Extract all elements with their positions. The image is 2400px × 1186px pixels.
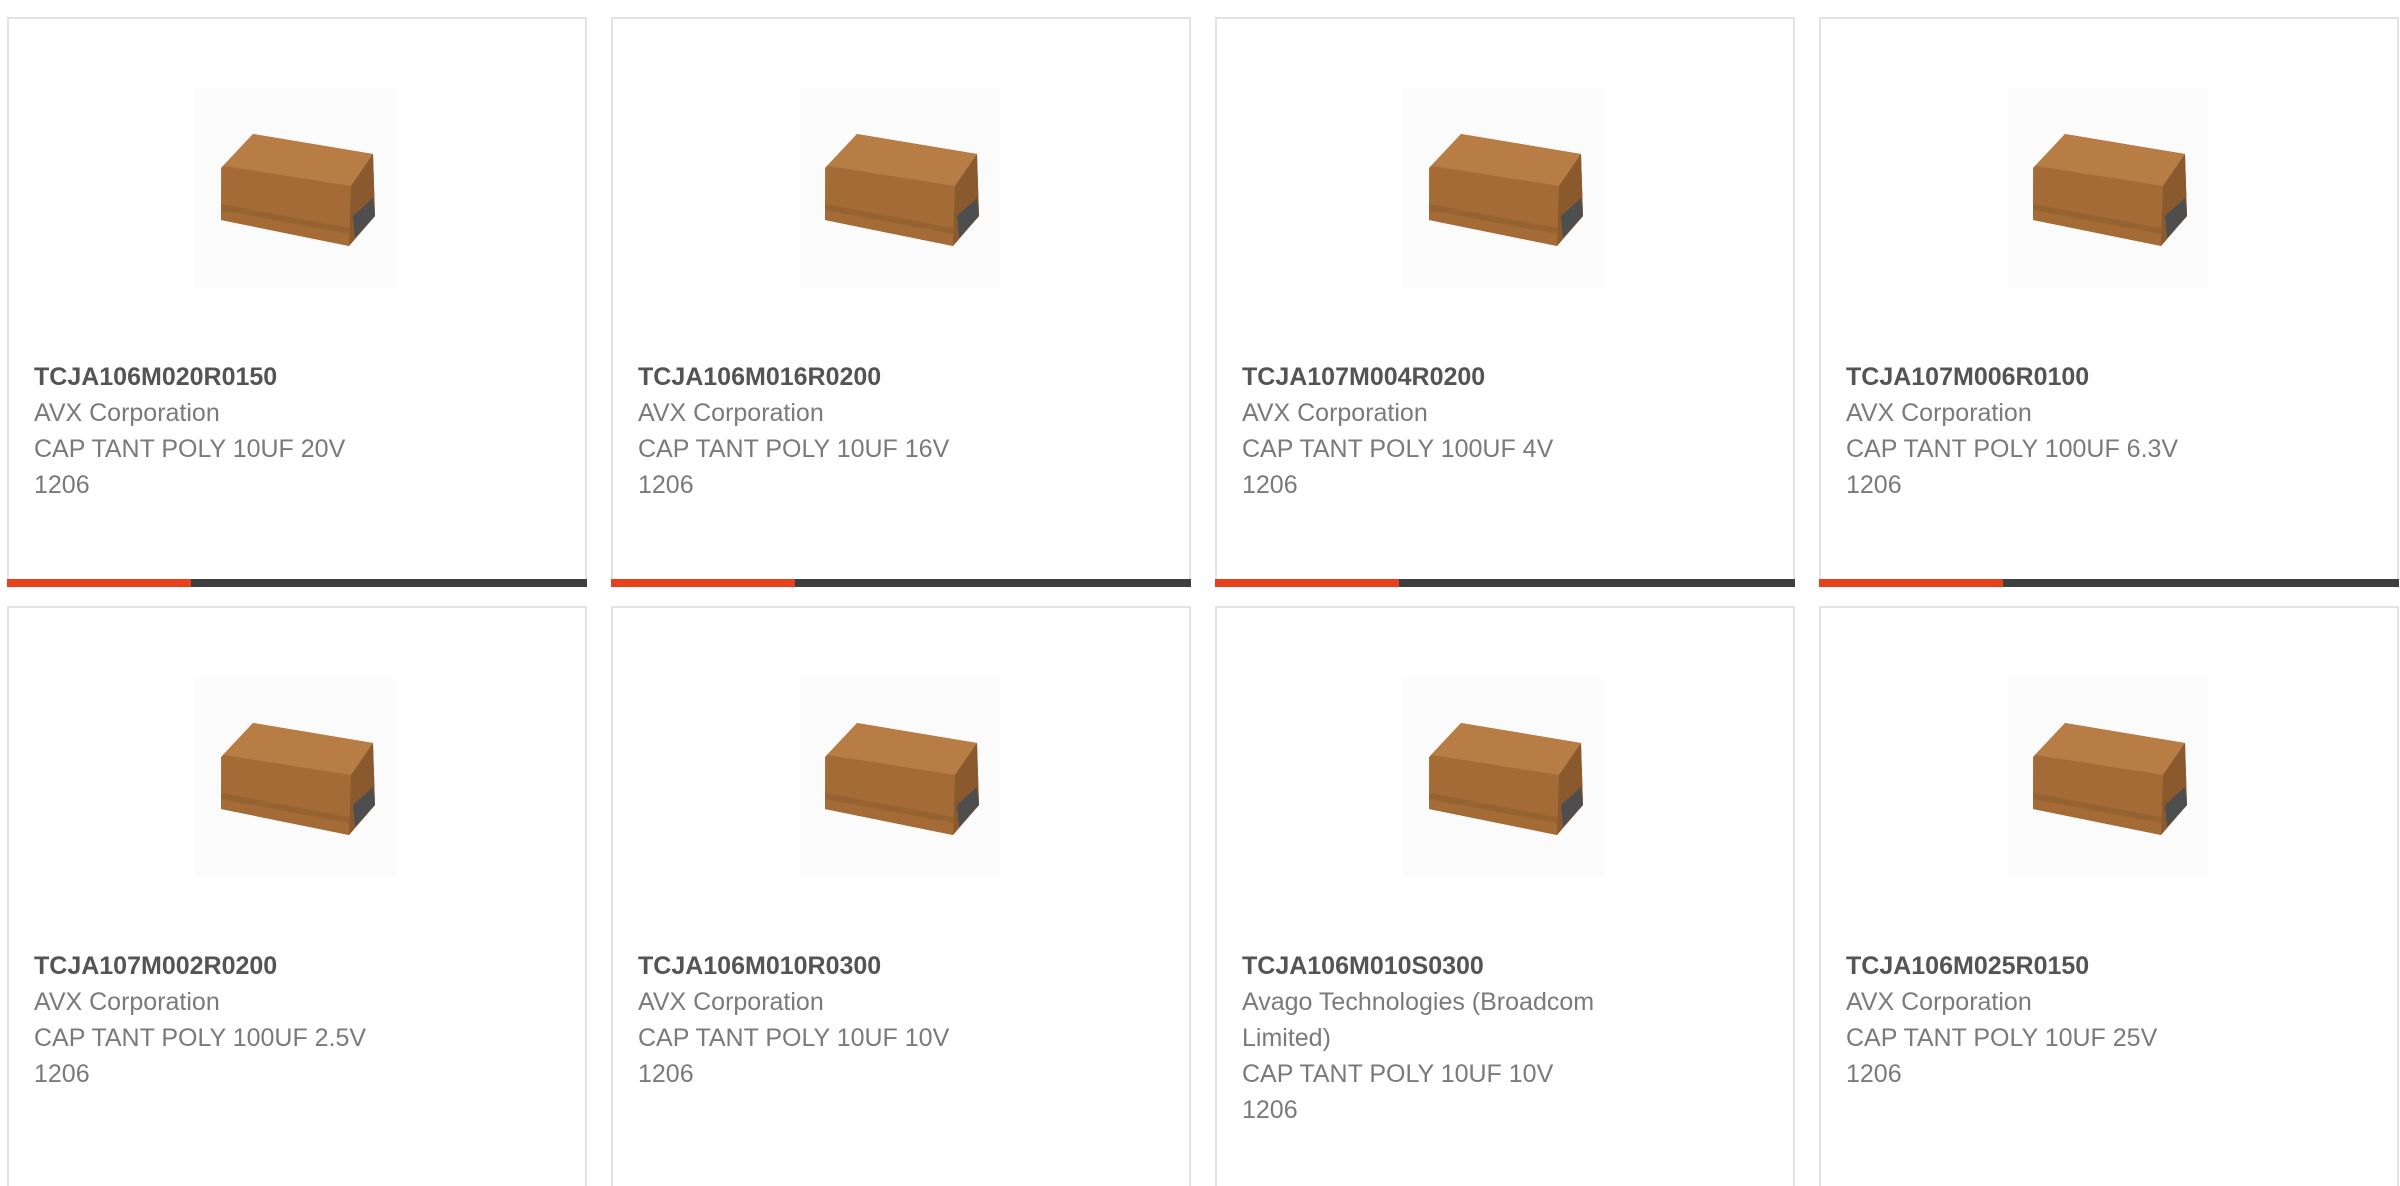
description: CAP TANT POLY 10UF 10V bbox=[1242, 1060, 1554, 1088]
manufacturer: AVX Corporation bbox=[638, 988, 824, 1016]
product-card[interactable]: TCJA106M010S0300 Avago Technologies (Bro… bbox=[1215, 606, 1795, 1186]
product-image[interactable] bbox=[2007, 677, 2207, 877]
tantalum-capacitor-icon bbox=[1429, 723, 1583, 835]
product-image[interactable] bbox=[799, 677, 999, 877]
description: CAP TANT POLY 10UF 25V bbox=[1846, 1024, 2158, 1052]
manufacturer: AVX Corporation bbox=[34, 988, 220, 1016]
part-number[interactable]: TCJA106M025R0150 bbox=[1846, 948, 2366, 984]
tantalum-capacitor-icon bbox=[1429, 134, 1583, 246]
part-number[interactable]: TCJA107M004R0200 bbox=[1242, 359, 1762, 395]
package: 1206 bbox=[34, 471, 90, 499]
card-accent-bar bbox=[611, 579, 795, 587]
package: 1206 bbox=[34, 1060, 90, 1088]
product-image[interactable] bbox=[1403, 88, 1603, 288]
package: 1206 bbox=[638, 471, 694, 499]
product-image[interactable] bbox=[1403, 677, 1603, 877]
card-footer-bar bbox=[611, 579, 1191, 587]
tantalum-capacitor-icon bbox=[221, 723, 375, 835]
manufacturer: Avago Technologies (Broadcom Limited) bbox=[1242, 988, 1595, 1052]
card-accent-bar bbox=[1215, 579, 1399, 587]
product-card[interactable]: TCJA107M006R0100 AVX Corporation CAP TAN… bbox=[1819, 17, 2399, 587]
part-number[interactable]: TCJA106M010S0300 bbox=[1242, 948, 1762, 984]
manufacturer: AVX Corporation bbox=[638, 399, 824, 427]
description: CAP TANT POLY 10UF 20V bbox=[34, 435, 346, 463]
description: CAP TANT POLY 10UF 10V bbox=[638, 1024, 950, 1052]
manufacturer: AVX Corporation bbox=[34, 399, 220, 427]
part-number[interactable]: TCJA106M016R0200 bbox=[638, 359, 1158, 395]
part-number[interactable]: TCJA107M002R0200 bbox=[34, 948, 554, 984]
product-image[interactable] bbox=[799, 88, 999, 288]
product-card[interactable]: TCJA106M020R0150 AVX Corporation CAP TAN… bbox=[7, 17, 587, 587]
product-image[interactable] bbox=[195, 677, 395, 877]
manufacturer: AVX Corporation bbox=[1846, 988, 2032, 1016]
description: CAP TANT POLY 10UF 16V bbox=[638, 435, 950, 463]
package: 1206 bbox=[638, 1060, 694, 1088]
product-image[interactable] bbox=[195, 88, 395, 288]
description: CAP TANT POLY 100UF 4V bbox=[1242, 435, 1554, 463]
manufacturer: AVX Corporation bbox=[1846, 399, 2032, 427]
card-footer-bar bbox=[1819, 579, 2399, 587]
tantalum-capacitor-icon bbox=[2033, 134, 2187, 246]
card-accent-bar bbox=[7, 579, 191, 587]
description: CAP TANT POLY 100UF 2.5V bbox=[34, 1024, 367, 1052]
description: CAP TANT POLY 100UF 6.3V bbox=[1846, 435, 2179, 463]
product-card[interactable]: TCJA106M016R0200 AVX Corporation CAP TAN… bbox=[611, 17, 1191, 587]
manufacturer: AVX Corporation bbox=[1242, 399, 1428, 427]
product-card[interactable]: TCJA106M025R0150 AVX Corporation CAP TAN… bbox=[1819, 606, 2399, 1186]
part-number[interactable]: TCJA107M006R0100 bbox=[1846, 359, 2366, 395]
product-card[interactable]: TCJA107M004R0200 AVX Corporation CAP TAN… bbox=[1215, 17, 1795, 587]
package: 1206 bbox=[1242, 471, 1298, 499]
card-accent-bar bbox=[1819, 579, 2003, 587]
product-card[interactable]: TCJA106M010R0300 AVX Corporation CAP TAN… bbox=[611, 606, 1191, 1186]
tantalum-capacitor-icon bbox=[2033, 723, 2187, 835]
package: 1206 bbox=[1242, 1096, 1298, 1124]
tantalum-capacitor-icon bbox=[825, 134, 979, 246]
product-image[interactable] bbox=[2007, 88, 2207, 288]
card-footer-bar bbox=[7, 579, 587, 587]
card-footer-bar bbox=[1215, 579, 1795, 587]
product-card[interactable]: TCJA107M002R0200 AVX Corporation CAP TAN… bbox=[7, 606, 587, 1186]
package: 1206 bbox=[1846, 1060, 1902, 1088]
part-number[interactable]: TCJA106M010R0300 bbox=[638, 948, 1158, 984]
package: 1206 bbox=[1846, 471, 1902, 499]
tantalum-capacitor-icon bbox=[825, 723, 979, 835]
product-grid: TCJA106M020R0150 AVX Corporation CAP TAN… bbox=[0, 0, 2400, 1186]
part-number[interactable]: TCJA106M020R0150 bbox=[34, 359, 554, 395]
tantalum-capacitor-icon bbox=[221, 134, 375, 246]
